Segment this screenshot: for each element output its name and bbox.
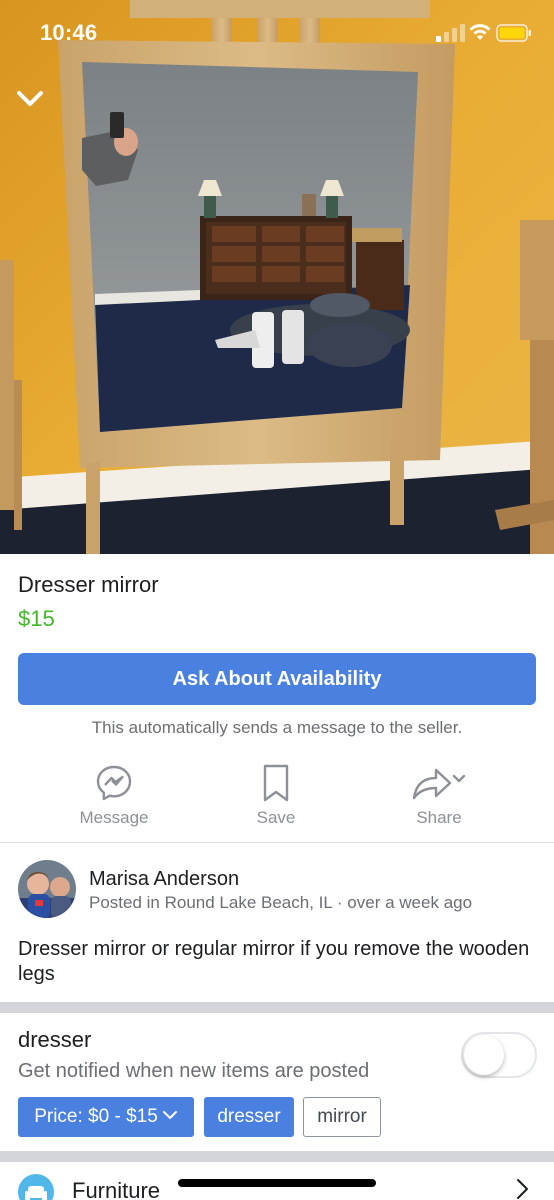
home-indicator — [178, 1179, 376, 1187]
message-action-button[interactable]: Message — [39, 762, 189, 832]
listing-description: Dresser mirror or regular mirror if you … — [18, 938, 530, 985]
armchair-icon[interactable] — [18, 1174, 54, 1200]
toggle-knob — [464, 1035, 504, 1075]
auto-message-note: This automatically sends a message to th… — [91, 718, 463, 737]
mirror-photo-image — [0, 0, 554, 554]
section-divider — [0, 1151, 554, 1162]
wifi-icon — [469, 24, 491, 40]
save-action-label: Save — [256, 808, 296, 827]
price-filter-label: Price: $0 - $15 — [34, 1106, 158, 1127]
seller-avatar[interactable] — [18, 860, 76, 918]
messenger-icon — [96, 765, 132, 801]
cellular-signal-icon — [436, 24, 465, 42]
saved-search-subtitle: Get notified when new items are posted — [18, 1060, 370, 1082]
notify-toggle[interactable] — [461, 1032, 537, 1078]
save-action-button[interactable]: Save — [201, 762, 351, 832]
share-arrow-icon — [412, 768, 466, 800]
avatar-photo — [18, 860, 76, 918]
share-action-button[interactable]: Share — [364, 762, 514, 832]
share-action-label: Share — [416, 808, 462, 827]
status-time: 10:46 — [40, 20, 98, 45]
dresser-filter-chip[interactable]: dresser — [204, 1097, 294, 1137]
section-divider — [0, 842, 554, 843]
ask-availability-button[interactable]: Ask About Availability — [18, 653, 536, 705]
bookmark-icon — [263, 764, 289, 802]
message-action-label: Message — [79, 808, 149, 827]
chevron-down-icon — [162, 1111, 177, 1120]
section-divider — [0, 1002, 554, 1013]
listing-price: $15 — [18, 606, 55, 631]
status-bar: 10:46 — [0, 0, 554, 66]
price-filter-chip[interactable]: Price: $0 - $15 — [18, 1097, 194, 1137]
chevron-down-icon[interactable] — [14, 84, 46, 112]
saved-search-title: dresser — [18, 1027, 92, 1052]
chevron-right-icon[interactable] — [512, 1178, 532, 1200]
listing-photo[interactable] — [0, 0, 554, 554]
mirror-filter-chip[interactable]: mirror — [303, 1097, 381, 1137]
category-label[interactable]: Furniture — [72, 1178, 160, 1200]
battery-icon — [496, 24, 531, 42]
seller-name[interactable]: Marisa Anderson — [89, 868, 239, 891]
seller-post-meta: Posted in Round Lake Beach, IL · over a … — [89, 893, 473, 912]
listing-title: Dresser mirror — [18, 572, 159, 597]
